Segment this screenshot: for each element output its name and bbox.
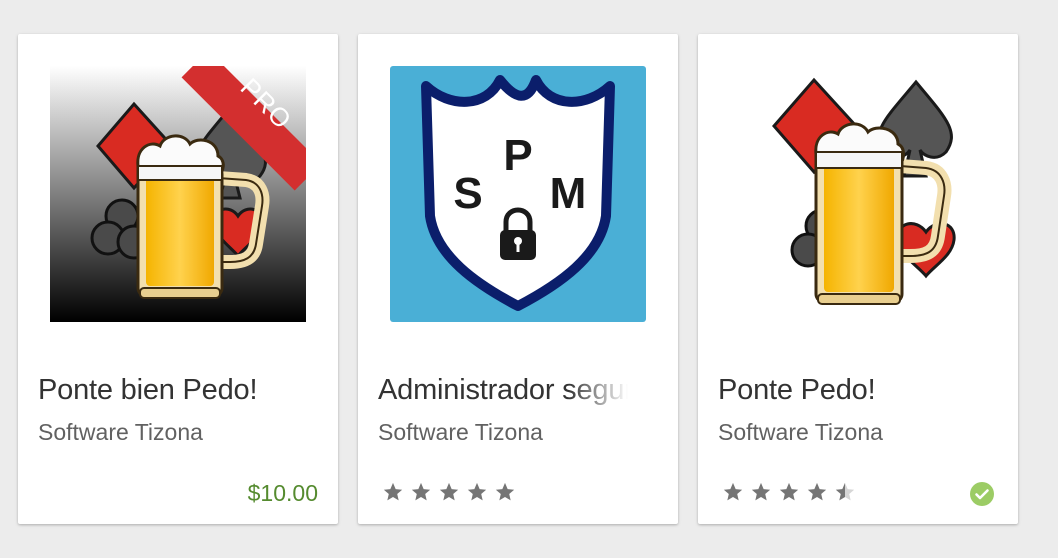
app-card-administrador-seguro[interactable]: S P M Administrador seguro Software Tizo… [358,34,678,524]
star-icon [408,480,436,504]
installed-check-icon [970,482,994,506]
title-fade [568,372,628,408]
app-developer[interactable]: Software Tizona [718,418,883,446]
star-icon [748,480,776,504]
app-developer[interactable]: Software Tizona [38,418,203,446]
app-card-ponte-bien-pedo[interactable]: PRO Ponte bien Pedo! Software Tizona $10… [18,34,338,524]
star-icon [492,480,520,504]
beer-mug-cards-icon [730,66,986,322]
logo-letter-m: M [550,169,587,218]
app-title[interactable]: Ponte bien Pedo! [38,372,288,408]
app-price[interactable]: $10.00 [248,478,318,508]
app-card-ponte-pedo[interactable]: Ponte Pedo! Software Tizona [698,34,1018,524]
star-rating [380,480,520,504]
star-rating [720,480,860,504]
logo-letter-p: P [503,131,532,180]
star-icon [720,480,748,504]
spm-shield-lock-icon: S P M [390,66,646,322]
beer-mug-pro-icon: PRO [50,66,306,322]
app-icon[interactable] [730,66,986,322]
app-developer[interactable]: Software Tizona [378,418,543,446]
star-icon [436,480,464,504]
star-icon [380,480,408,504]
logo-letter-s: S [453,169,482,218]
star-icon [804,480,832,504]
half-star-icon [832,480,860,504]
star-icon [464,480,492,504]
app-icon[interactable]: PRO [50,66,306,322]
star-icon [776,480,804,504]
app-title[interactable]: Ponte Pedo! [718,372,968,408]
app-title[interactable]: Administrador seguro [378,372,628,408]
app-icon[interactable]: S P M [390,66,646,322]
